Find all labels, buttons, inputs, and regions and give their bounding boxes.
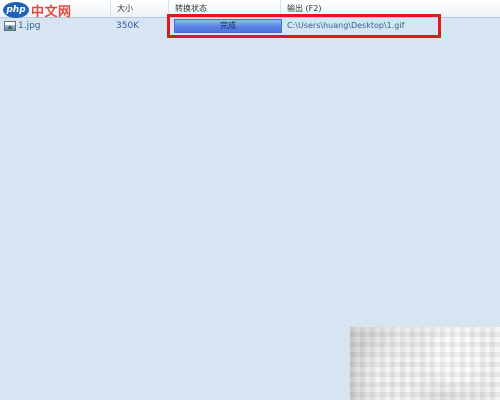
image-file-icon [4,21,16,31]
file-size: 350K [116,21,140,31]
file-name: 1.jpg [18,21,41,31]
logo-text: 中文网 [31,4,72,20]
blurred-overlay [350,327,500,400]
site-logo: php 中文网 [3,1,72,20]
logo-badge: php [3,2,29,18]
column-header-size[interactable]: 大小 [110,0,168,17]
highlight-frame [167,14,441,38]
